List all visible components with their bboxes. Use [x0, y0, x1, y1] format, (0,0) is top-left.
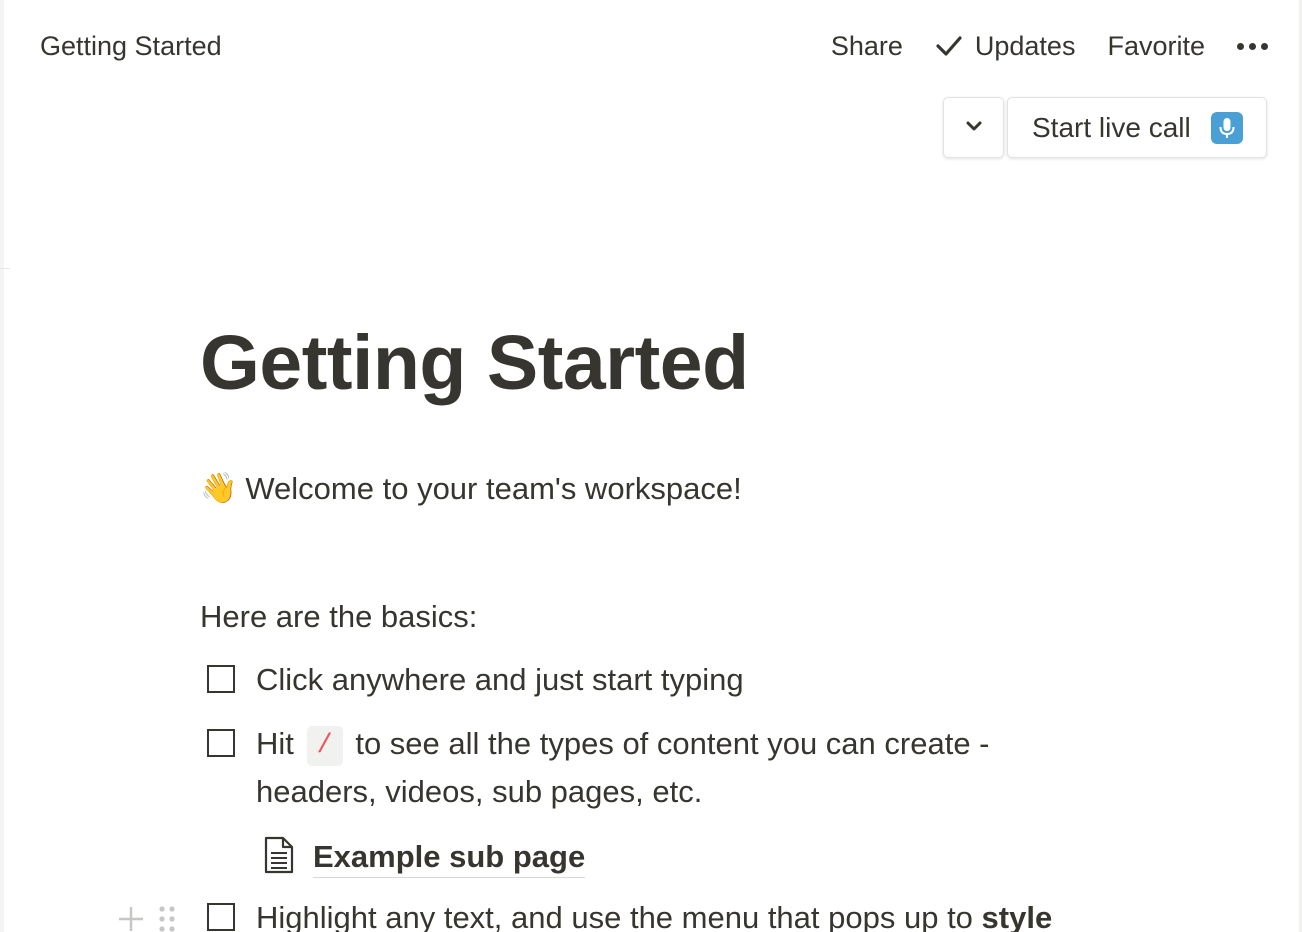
- share-label: Share: [830, 30, 903, 61]
- sidebar-divider: [0, 268, 10, 269]
- chevron-down-icon: [965, 119, 983, 137]
- waving-hand-icon: 👋: [200, 472, 238, 505]
- inline-code: /: [306, 726, 343, 766]
- welcome-paragraph[interactable]: 👋 Welcome to your team's workspace!: [200, 468, 742, 510]
- subpage-link[interactable]: Example sub page: [262, 834, 586, 880]
- sidebar-edge: [0, 0, 4, 932]
- page-title[interactable]: Getting Started: [200, 316, 749, 410]
- notion-page: Getting Started Share Updates Favorite S…: [0, 0, 1302, 932]
- todo-text-line2[interactable]: headers, videos, sub pages, etc.: [256, 768, 702, 816]
- todo-text-bold: style: [981, 900, 1053, 932]
- live-call-label: Start live call: [1032, 111, 1191, 143]
- todo-text[interactable]: Click anywhere and just start typing: [256, 656, 744, 704]
- todo-text[interactable]: Hit / to see all the types of content yo…: [256, 720, 990, 768]
- check-icon: [935, 34, 963, 58]
- todo-text-plain: Highlight any text, and use the menu tha…: [256, 900, 973, 932]
- live-call-dropdown-button[interactable]: [943, 97, 1004, 158]
- updates-label: Updates: [974, 30, 1076, 61]
- more-icon[interactable]: [1237, 42, 1268, 50]
- todo-text-after: to see all the types of content you can …: [355, 726, 990, 761]
- todo-text-before: Hit: [256, 726, 294, 761]
- todo-checkbox[interactable]: [207, 903, 235, 931]
- topbar-actions: Share Updates Favorite: [831, 28, 1268, 64]
- start-live-call-button[interactable]: Start live call: [1007, 97, 1267, 158]
- block-handle: [116, 904, 178, 932]
- subpage-label: Example sub page: [313, 837, 586, 878]
- plus-icon[interactable]: [116, 904, 146, 932]
- todo-checkbox[interactable]: [207, 729, 235, 757]
- basics-heading[interactable]: Here are the basics:: [200, 596, 477, 638]
- favorite-button[interactable]: Favorite: [1107, 31, 1205, 62]
- drag-handle-icon[interactable]: [156, 904, 178, 932]
- page-icon: [262, 836, 296, 879]
- todo-checkbox[interactable]: [207, 665, 235, 693]
- welcome-text: Welcome to your team's workspace!: [245, 471, 742, 506]
- updates-button[interactable]: Updates: [935, 30, 1076, 62]
- todo-text[interactable]: Highlight any text, and use the menu tha…: [256, 894, 1052, 932]
- breadcrumb-page-title[interactable]: Getting Started: [40, 28, 222, 64]
- share-button[interactable]: Share: [831, 31, 903, 62]
- favorite-label: Favorite: [1107, 30, 1205, 61]
- microphone-icon: [1210, 111, 1243, 144]
